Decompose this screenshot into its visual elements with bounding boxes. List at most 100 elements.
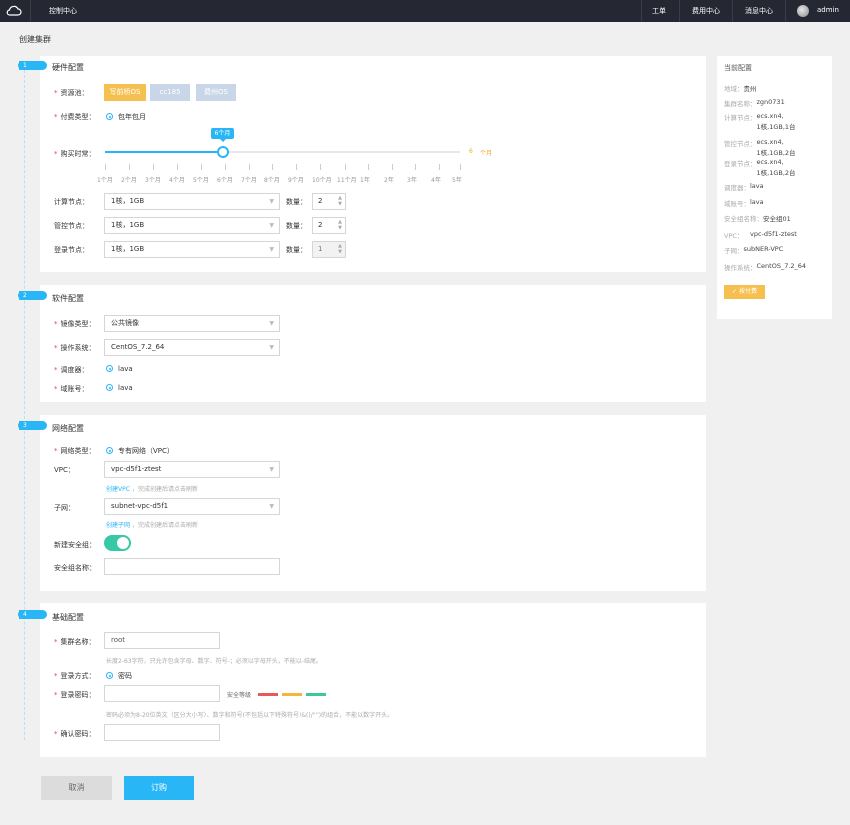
duration-unit: 个月 (480, 150, 493, 157)
quantity-stepper: 1 ▲ ▼ (312, 241, 346, 258)
slider-tick-label: 1个月 (97, 177, 113, 184)
image-type-select[interactable]: 公共镜像 ▼ (104, 315, 280, 332)
step-badge-4: 4 (18, 610, 47, 619)
step-badge-3: 3 (18, 421, 47, 430)
console-title[interactable]: 控制中心 (49, 6, 77, 16)
cloud-icon[interactable] (6, 4, 22, 18)
section-title: 基础配置 (52, 613, 84, 622)
nav-messages[interactable]: 消息中心 (745, 6, 773, 16)
summary-key: 集群名称： (724, 100, 757, 108)
quantity-stepper[interactable]: 2 ▲ ▼ (312, 193, 346, 210)
summary-key: 计算节点： (724, 114, 757, 122)
topbar-divider (641, 0, 642, 22)
slider-tick-label: 2个月 (121, 177, 137, 184)
new-sg-toggle[interactable] (104, 535, 131, 551)
pool-option[interactable]: cc185 (150, 84, 190, 101)
pool-label: 资源池： (54, 88, 89, 98)
slider-tick (439, 164, 440, 170)
slider-tick-label: 4年 (431, 177, 441, 184)
submit-button[interactable]: 订购 (124, 776, 194, 800)
slider-tooltip: 6个月 (211, 128, 234, 142)
user-name[interactable]: admin (817, 6, 839, 14)
summary-key: 操作系统： (724, 264, 757, 272)
slider-handle[interactable] (217, 146, 229, 158)
vpc-select[interactable]: vpc-d5f1-ztest ▼ (104, 461, 280, 478)
slider-tick (320, 164, 321, 170)
create-vpc-link[interactable]: 创建VPC (106, 484, 130, 493)
node-spec-select[interactable]: 1核，1GB ▼ (104, 217, 280, 234)
stepper-arrows-icon[interactable]: ▲ ▼ (338, 195, 342, 207)
network-type-radio[interactable]: 专有网络（VPC） (106, 446, 174, 456)
radio-dot-icon (106, 384, 113, 391)
check-icon: ✓ (732, 288, 739, 295)
sg-name-input[interactable] (104, 558, 280, 575)
chevron-down-icon: ▼ (269, 466, 274, 473)
slider-tick-label: 1年 (360, 177, 370, 184)
slider-tick (249, 164, 250, 170)
summary-value: 1核,1GB,1台 (756, 123, 796, 131)
node-spec-select[interactable]: 1核，1GB ▼ (104, 193, 280, 210)
slider-tick-label: 5个月 (193, 177, 209, 184)
page-title: 创建集群 (19, 35, 51, 44)
chevron-down-icon: ▼ (269, 344, 274, 351)
cluster-name-input[interactable]: root (104, 632, 220, 649)
confirm-password-label: 确认密码： (54, 729, 96, 739)
top-bar: 控制中心 工单 费用中心 消息中心 admin (0, 0, 850, 22)
pool-option[interactable]: 费州OS (196, 84, 236, 101)
quantity-label: 数量： (286, 222, 307, 230)
confirm-password-input[interactable] (104, 724, 220, 741)
slider-tick-label: 4个月 (169, 177, 185, 184)
node-spec-select[interactable]: 1核，1GB ▼ (104, 241, 280, 258)
summary-key: 地域： (724, 85, 744, 93)
avatar[interactable] (797, 5, 809, 17)
scheduler-radio[interactable]: lava (106, 365, 133, 373)
subnet-select[interactable]: subnet-vpc-d5f1 ▼ (104, 498, 280, 515)
slider-tick-label: 7个月 (241, 177, 257, 184)
slider-tick-label: 3年 (407, 177, 417, 184)
scheduler-label: 调度器： (54, 365, 89, 375)
slider-tick-label: 2年 (384, 177, 394, 184)
chevron-down-icon: ▼ (269, 198, 274, 205)
pool-option[interactable]: 写前桥OS (104, 84, 146, 101)
strength-bar-strong (306, 693, 326, 696)
stepper-arrows-icon[interactable]: ▲ ▼ (338, 219, 342, 231)
pay-type-radio[interactable]: 包年包月 (106, 112, 146, 122)
radio-dot-icon (106, 113, 113, 120)
slider-tick (177, 164, 178, 170)
subnet-label: 子网： (54, 504, 75, 512)
pay-button[interactable]: ✓ 按付费 (724, 285, 765, 299)
nav-tickets[interactable]: 工单 (652, 6, 666, 16)
summary-value: 安全组01 (763, 215, 791, 223)
password-input[interactable] (104, 685, 220, 702)
slider-tick (368, 164, 369, 170)
subnet-hint: ，完成创建后请点击刷新 (132, 522, 199, 529)
cancel-button[interactable]: 取消 (41, 776, 112, 800)
slider-tick-label: 8个月 (264, 177, 280, 184)
vpc-label: VPC： (54, 466, 75, 474)
chevron-down-icon: ▼ (269, 222, 274, 229)
summary-value: ecs.xn4, (756, 112, 784, 120)
login-method-radio[interactable]: 密码 (106, 671, 132, 681)
duration-label: 购买时常： (54, 149, 96, 159)
summary-key: 安全组名称： (724, 215, 763, 223)
slider-tick (129, 164, 130, 170)
nav-billing[interactable]: 费用中心 (692, 6, 720, 16)
summary-value: CentOS_7.2_64 (756, 262, 807, 270)
create-subnet-link[interactable]: 创建子网 (106, 520, 130, 529)
node-label: 登录节点： (54, 246, 89, 254)
quantity-label: 数量： (286, 198, 307, 206)
section-title: 软件配置 (52, 294, 84, 303)
slider-tick (296, 164, 297, 170)
chevron-down-icon: ▼ (269, 246, 274, 253)
sg-name-label: 安全组名称： (54, 564, 96, 572)
slider-tick (392, 164, 393, 170)
new-sg-label: 新建安全组： (54, 541, 96, 549)
slider-tick (460, 164, 461, 170)
quantity-stepper[interactable]: 2 ▲ ▼ (312, 217, 346, 234)
os-select[interactable]: CentOS_7.2_64 ▼ (104, 339, 280, 356)
summary-key: 子网： (724, 247, 744, 255)
slider-tick-label: 10个月 (312, 177, 332, 184)
duration-value: 6 (469, 148, 473, 155)
domain-radio[interactable]: lava (106, 384, 133, 392)
radio-dot-icon (106, 365, 113, 372)
